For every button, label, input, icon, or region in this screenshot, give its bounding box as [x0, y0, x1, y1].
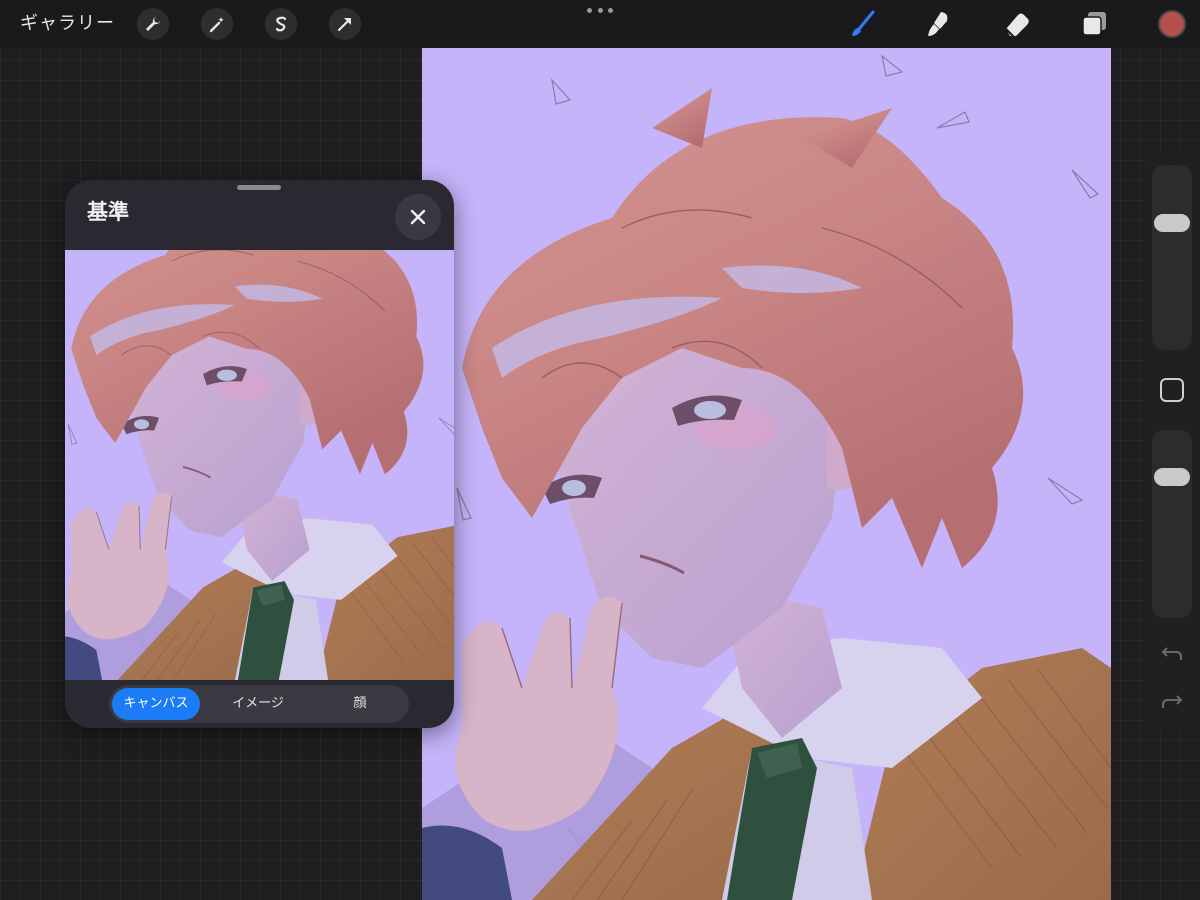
tab-canvas[interactable]: キャンバス [112, 688, 200, 720]
close-button[interactable] [395, 194, 441, 240]
drawing-canvas[interactable] [422, 48, 1111, 900]
selection-s-icon[interactable] [265, 8, 297, 40]
reference-mode-tabs: キャンバス イメージ 顔 [109, 685, 409, 723]
brush-sidebar [1143, 155, 1200, 730]
brush-size-slider[interactable] [1152, 165, 1192, 350]
layers-icon[interactable] [1076, 6, 1112, 42]
redo-icon[interactable] [1159, 689, 1185, 713]
color-picker-swatch[interactable] [1158, 10, 1186, 38]
undo-icon[interactable] [1159, 641, 1185, 665]
panel-title: 基準 [87, 200, 129, 224]
wrench-icon[interactable] [137, 8, 169, 40]
artwork-image [422, 48, 1111, 900]
eraser-icon[interactable] [999, 6, 1035, 42]
modify-button[interactable] [1160, 378, 1184, 402]
brush-size-thumb[interactable] [1154, 214, 1190, 233]
opacity-thumb[interactable] [1154, 467, 1190, 486]
transform-arrow-icon[interactable] [329, 8, 361, 40]
tab-face[interactable]: 顔 [315, 688, 405, 720]
reference-preview [65, 250, 454, 680]
top-toolbar: ギャラリー [0, 0, 1200, 48]
opacity-slider[interactable] [1152, 430, 1192, 618]
magic-wand-icon[interactable] [201, 8, 233, 40]
more-options-icon[interactable] [587, 4, 613, 16]
smudge-icon[interactable] [920, 6, 956, 42]
close-icon [410, 209, 426, 225]
reference-panel[interactable]: 基準 キャンバス イメージ 顔 [65, 180, 454, 728]
gallery-button[interactable]: ギャラリー [20, 10, 115, 38]
brush-icon[interactable] [844, 6, 880, 42]
tab-image[interactable]: イメージ [213, 688, 303, 720]
drag-handle[interactable] [237, 185, 281, 190]
